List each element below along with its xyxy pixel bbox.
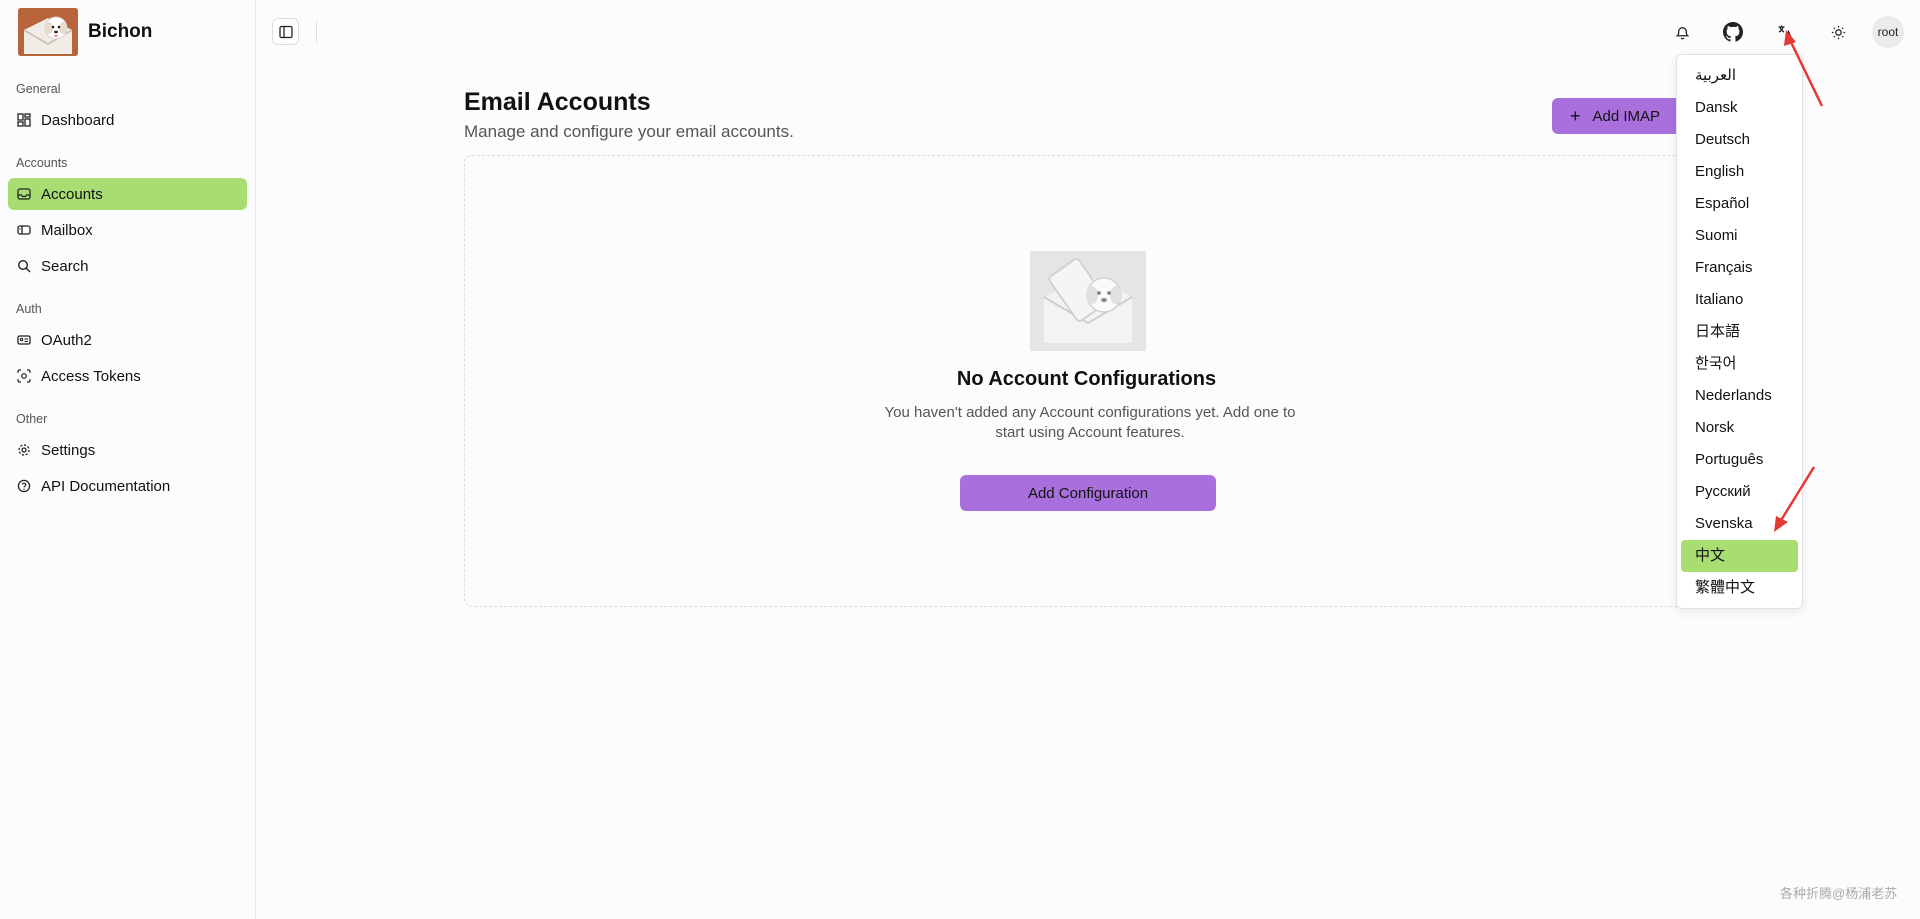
- annotation-arrows: [1774, 30, 1824, 532]
- watermark: 各种折腾@杨浦老苏: [1780, 886, 1898, 901]
